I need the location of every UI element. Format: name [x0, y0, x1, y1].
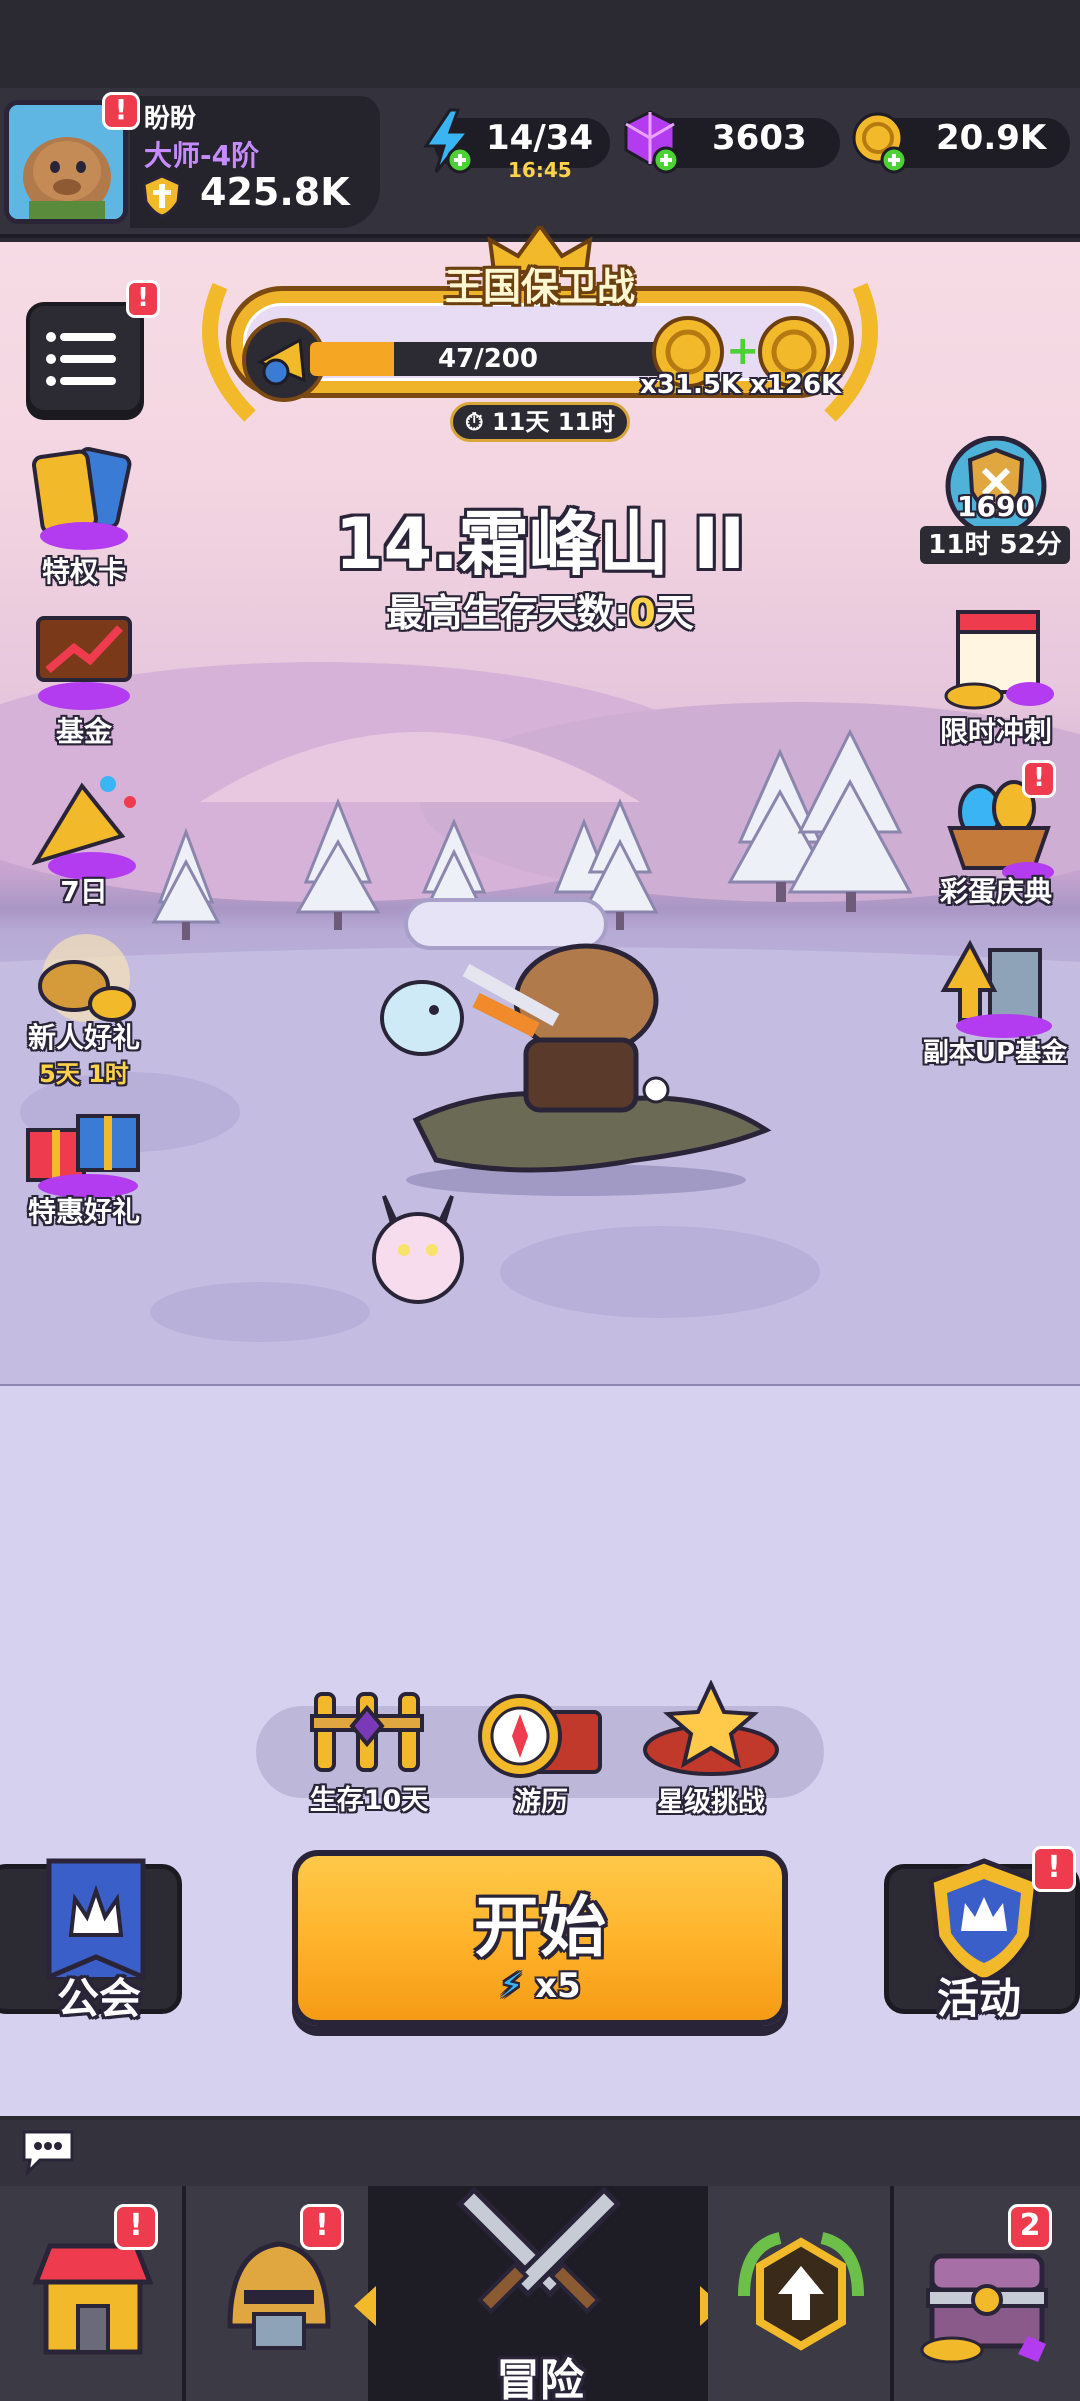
- energy-bolt-icon: ⚡: [499, 1966, 524, 2006]
- kingdom-defense-event[interactable]: 王国保卫战 47/200 + x31.5K x126K ⏱ 11天 11时: [190, 226, 890, 448]
- event-title: 王国保卫战: [444, 265, 635, 309]
- status-bar: [0, 0, 1080, 88]
- treasure-count-badge: 2: [1008, 2204, 1052, 2250]
- shop-alert-badge: !: [114, 2204, 158, 2250]
- seven-day-button[interactable]: [22, 766, 142, 880]
- special-gift-button[interactable]: [18, 1090, 140, 1200]
- event-progress-bar: 47/200: [310, 342, 666, 376]
- castle-arrow-icon: [940, 939, 1052, 1038]
- nav-adventure-label: 冒险: [496, 2355, 584, 2401]
- privilege-card-label: 特权卡: [41, 555, 126, 588]
- start-label: 开始: [474, 1889, 606, 1966]
- gold-coin-icon: [850, 108, 912, 174]
- header-bar: ! 盼盼 大师-4阶 425.8K 14/34 16:45 3603 20.9K: [0, 88, 1080, 238]
- star-trophy-icon: [643, 1679, 779, 1776]
- best-survival-value: 0: [629, 591, 656, 635]
- travel-label: 游历: [514, 1787, 568, 1818]
- egg-celebration-alert-badge: !: [1022, 760, 1056, 798]
- privilege-card-icon: [32, 447, 132, 550]
- nav-equipment[interactable]: [186, 2186, 372, 2401]
- start-cost-value: x5: [535, 1966, 581, 2006]
- limited-sprint-button[interactable]: [934, 602, 1060, 712]
- gold-value: 20.9K: [936, 118, 1047, 158]
- limited-sprint-label: 限时冲刺: [939, 715, 1052, 748]
- player-rank: 大师-4阶: [144, 139, 260, 172]
- event-timer-text: 11天 11时: [491, 408, 616, 436]
- seven-day-label: 7日: [60, 875, 108, 908]
- energy-bolt-icon: [420, 108, 478, 174]
- main-menu-button[interactable]: [26, 302, 144, 414]
- start-button[interactable]: 开始 ⚡ x5: [292, 1850, 788, 2026]
- player-name: 盼盼: [144, 104, 197, 134]
- upgrade-arrow-icon: [738, 2232, 864, 2351]
- energy-value: 14/34: [486, 118, 594, 158]
- nav-shop[interactable]: [0, 2186, 186, 2401]
- nav-left-arrow-icon[interactable]: [354, 2286, 376, 2326]
- gate-icon: [310, 1692, 424, 1772]
- equipment-alert-badge: !: [300, 2204, 344, 2250]
- egg-celebration-label: 彩蛋庆典: [939, 875, 1052, 908]
- fund-chart-icon: [36, 616, 132, 710]
- crossed-swords-icon: [456, 2186, 622, 2315]
- chat-bubble-icon[interactable]: [18, 2126, 78, 2177]
- survival-10-days-label: 生存10天: [309, 1785, 429, 1816]
- party-popper-icon: [31, 776, 136, 880]
- best-survival-label: 最高生存天数:: [386, 591, 630, 635]
- guild-button[interactable]: 公会: [0, 1858, 182, 2023]
- nav-upgrade[interactable]: [708, 2186, 894, 2401]
- fund-label: 基金: [55, 715, 112, 748]
- gem-icon: [622, 108, 684, 174]
- nav-treasure[interactable]: [894, 2186, 1080, 2401]
- best-survival-days: 最高生存天数:0天: [0, 582, 1080, 637]
- event-timer: ⏱ 11天 11时: [450, 402, 630, 442]
- snow-bird-pet: [378, 970, 468, 1060]
- rank-score: 1690: [957, 490, 1035, 523]
- gem-value: 3603: [712, 118, 807, 158]
- newbie-gift-label: 新人好礼: [27, 1021, 140, 1054]
- avatar-alert-badge: !: [102, 92, 140, 130]
- power-value: 425.8K: [200, 170, 350, 214]
- plus-icon: +: [726, 328, 760, 374]
- activity-label: 活动: [936, 1974, 1021, 2023]
- energy-timer: 16:45: [508, 158, 572, 182]
- newbie-gift-timer: 5天 1时: [39, 1060, 129, 1088]
- start-cost: ⚡ x5: [298, 1966, 782, 2006]
- privilege-card-button[interactable]: [24, 444, 144, 554]
- nav-adventure[interactable]: 冒险: [372, 2186, 708, 2401]
- best-survival-unit: 天: [655, 591, 694, 635]
- dungeon-up-fund-button[interactable]: [934, 930, 1060, 1040]
- fund-button[interactable]: [24, 604, 144, 714]
- special-gift-label: 特惠好礼: [27, 1195, 140, 1228]
- guild-label: 公会: [56, 1974, 141, 2023]
- gift-box-icon: [26, 1114, 140, 1198]
- menu-alert-badge: !: [126, 280, 160, 318]
- bottom-nav: ! ! 冒险 2: [0, 2186, 1080, 2401]
- reward2-amount: x126K: [750, 370, 842, 400]
- event-progress-text: 47/200: [438, 344, 538, 374]
- pink-spirit-pet: [368, 1186, 468, 1310]
- activity-alert-badge: !: [1032, 1846, 1076, 1892]
- treasure-chest-icon: [920, 2253, 1048, 2364]
- compass-icon: [478, 1694, 602, 1778]
- star-challenge-button[interactable]: [636, 1679, 786, 1780]
- calendar-icon: [944, 610, 1054, 710]
- star-challenge-label: 星级挑战: [657, 1787, 765, 1818]
- rank-timer: 11时 52分: [920, 526, 1070, 564]
- dungeon-up-fund-label: 副本UP基金: [922, 1038, 1068, 1068]
- reward1-amount: x31.5K: [640, 370, 742, 400]
- shop-icon: [32, 2243, 154, 2355]
- travel-button[interactable]: [470, 1690, 610, 1780]
- timer-icon: ⏱: [464, 408, 484, 436]
- survival-10-days-button[interactable]: [308, 1686, 426, 1776]
- power-shield-icon: [140, 174, 184, 218]
